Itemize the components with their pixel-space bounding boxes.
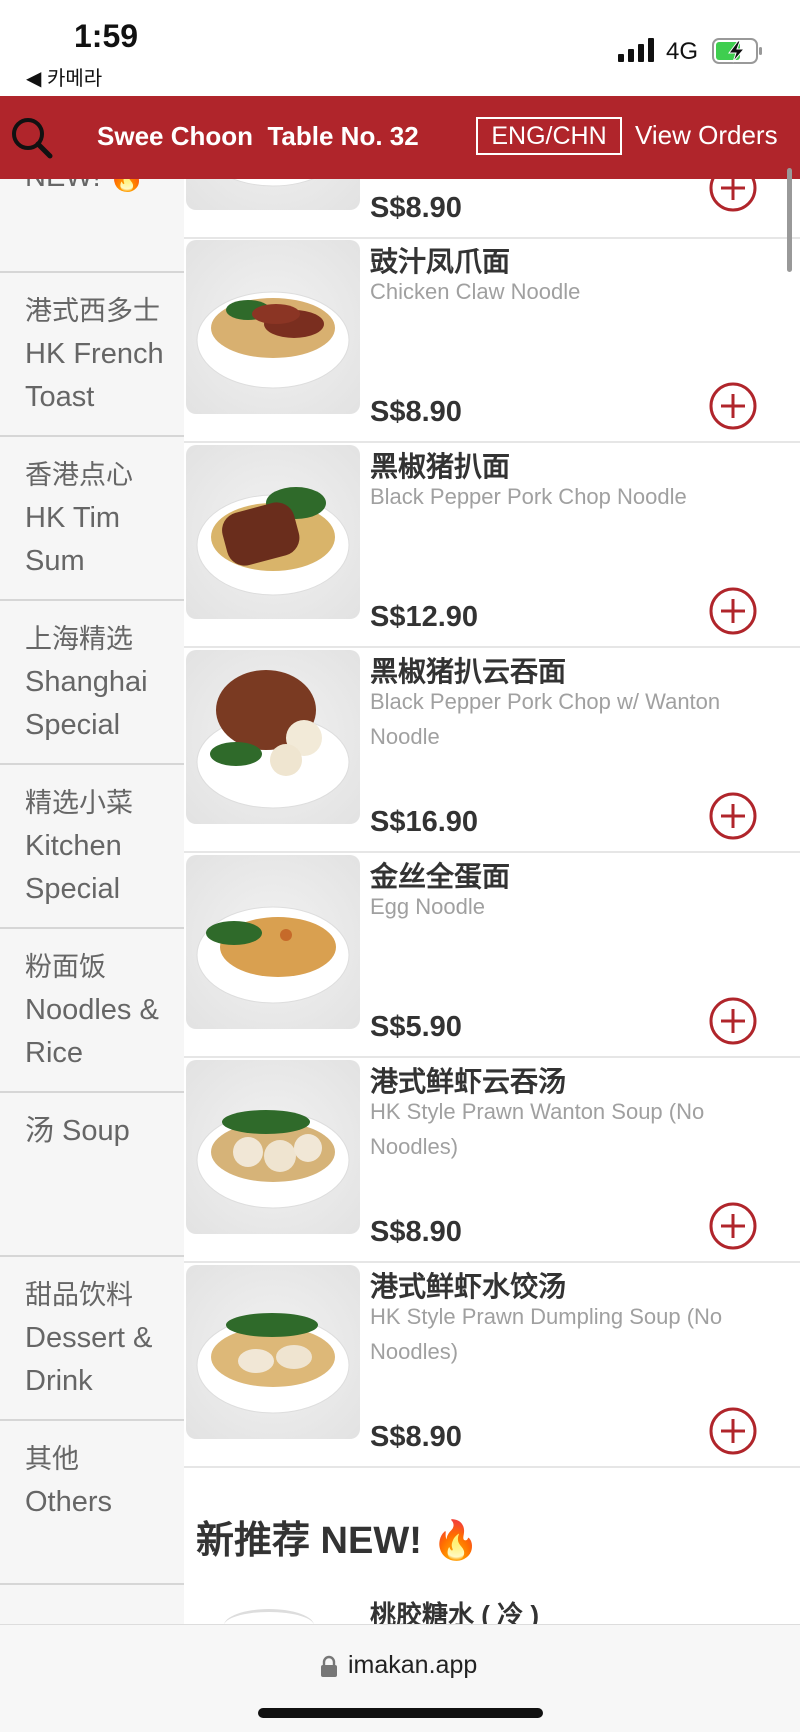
- dish-photo: [224, 1609, 314, 1624]
- dish-photo: [186, 240, 360, 414]
- category-dessert-drink[interactable]: 甜品饮料 Dessert & Drink: [0, 1259, 184, 1421]
- add-to-cart-button[interactable]: [708, 586, 758, 636]
- category-en: Noodles & Rice: [25, 994, 159, 1069]
- item-name-en: Chicken Claw Noodle: [370, 279, 581, 304]
- menu-item[interactable]: 黑椒猪扒云吞面 Black Pepper Pork Chop w/ Wanton…: [184, 648, 800, 853]
- category-new[interactable]: NEW! 🔥: [0, 179, 184, 273]
- network-type: 4G: [666, 38, 699, 65]
- category-en: Kitchen Special: [25, 830, 122, 905]
- restaurant-table-title: Swee Choon Table No. 32: [97, 121, 419, 152]
- category-noodles-rice[interactable]: 粉面饭 Noodles & Rice: [0, 931, 184, 1093]
- category-zh: 香港点心: [25, 460, 133, 490]
- category-en: NEW! 🔥: [25, 179, 184, 199]
- search-icon[interactable]: [10, 116, 54, 160]
- menu-item[interactable]: 港式鲜虾水饺汤 HK Style Prawn Dumpling Soup (No…: [184, 1263, 800, 1468]
- category-others[interactable]: 其他 Others: [0, 1423, 184, 1585]
- status-bar: 1:59 ◀ 카메라 4G: [0, 0, 800, 96]
- dish-photo: [186, 179, 360, 210]
- item-name-en: HK Style Prawn Dumpling Soup (No Noodles…: [370, 1304, 723, 1364]
- menu-item[interactable]: 豉汁凤爪面 Chicken Claw Noodle S$8.90: [184, 238, 800, 443]
- category-zh: 其他: [25, 1444, 79, 1474]
- add-to-cart-button[interactable]: [708, 791, 758, 841]
- plus-circle-icon: [709, 997, 757, 1045]
- item-name-en: Black Pepper Pork Chop Noodle: [370, 484, 687, 509]
- category-shanghai-special[interactable]: 上海精选 Shanghai Special: [0, 603, 184, 765]
- view-orders-button[interactable]: View Orders: [635, 120, 778, 151]
- dish-photo: [186, 445, 360, 619]
- category-zh: 粉面饭: [25, 952, 106, 982]
- dish-photo: [186, 855, 360, 1029]
- menu-item[interactable]: 黑椒猪扒面 Black Pepper Pork Chop Noodle S$12…: [184, 443, 800, 648]
- category-zh: 上海精选: [25, 624, 133, 654]
- item-price: S$8.90: [370, 1216, 462, 1248]
- status-time: 1:59: [74, 18, 139, 54]
- lock-icon: [321, 1655, 337, 1677]
- signal-icon: [618, 38, 654, 62]
- category-en: Shanghai Special: [25, 666, 148, 741]
- category-en: HK French Toast: [25, 338, 164, 413]
- plus-circle-icon: [709, 179, 757, 212]
- restaurant-name: Swee Choon: [97, 121, 254, 151]
- browser-url-bar[interactable]: imakan.app: [0, 1624, 800, 1732]
- back-to-app-link[interactable]: ◀ 카메라: [26, 62, 102, 91]
- item-name-en: HK Style Prawn Wanton Soup (No Noodles): [370, 1099, 705, 1159]
- category-sidebar: NEW! 🔥 港式西多士 HK French Toast 香港点心 HK Tim…: [0, 179, 184, 1624]
- category-hk-tim-sum[interactable]: 香港点心 HK Tim Sum: [0, 439, 184, 601]
- add-to-cart-button[interactable]: [708, 381, 758, 431]
- menu-item[interactable]: S$8.90: [184, 179, 800, 239]
- menu-item[interactable]: 港式鲜虾云吞汤 HK Style Prawn Wanton Soup (No N…: [184, 1058, 800, 1263]
- item-price: S$12.90: [370, 601, 479, 633]
- plus-circle-icon: [709, 587, 757, 635]
- item-name-en: Egg Noodle: [370, 894, 485, 919]
- item-price: S$8.90: [370, 1421, 462, 1453]
- table-number: Table No. 32: [267, 121, 419, 151]
- category-zh: 港式西多士: [25, 296, 160, 326]
- item-name-zh: 桃胶糖水 ( 冷 ): [370, 1600, 539, 1624]
- dish-photo: [186, 1060, 360, 1234]
- item-price: S$8.90: [370, 192, 462, 224]
- category-hk-french-toast[interactable]: 港式西多士 HK French Toast: [0, 275, 184, 437]
- app-header: Swee Choon Table No. 32 ENG/CHN View Ord…: [0, 96, 800, 179]
- category-en: Others: [25, 1486, 113, 1518]
- category-zh: 精选小菜: [25, 788, 133, 818]
- section-title-new: 新推荐 NEW! 🔥: [196, 1520, 480, 1562]
- home-indicator[interactable]: [258, 1708, 543, 1718]
- plus-circle-icon: [709, 1407, 757, 1455]
- language-toggle-button[interactable]: ENG/CHN: [476, 117, 622, 155]
- dish-photo: [186, 1265, 360, 1439]
- plus-circle-icon: [709, 792, 757, 840]
- url-text: imakan.app: [348, 1651, 478, 1679]
- category-en: Dessert & Drink: [25, 1322, 153, 1397]
- item-price: S$8.90: [370, 396, 462, 428]
- category-soup[interactable]: 汤 Soup: [0, 1095, 184, 1257]
- add-to-cart-button[interactable]: [708, 1201, 758, 1251]
- item-price: S$5.90: [370, 1011, 462, 1043]
- menu-list: S$8.90 豉汁凤爪面 Chicken Claw Noodle S$8.90: [184, 179, 800, 1624]
- plus-circle-icon: [709, 382, 757, 430]
- add-to-cart-button[interactable]: [708, 996, 758, 1046]
- category-label: 汤 Soup: [25, 1115, 130, 1147]
- scrollbar[interactable]: [787, 168, 792, 272]
- add-to-cart-button[interactable]: [708, 1406, 758, 1456]
- battery-charging-icon: [712, 38, 762, 64]
- add-to-cart-button[interactable]: [708, 179, 758, 213]
- plus-circle-icon: [709, 1202, 757, 1250]
- dish-photo: [186, 650, 360, 824]
- category-zh: 甜品饮料: [25, 1280, 133, 1310]
- item-price: S$16.90: [370, 806, 479, 838]
- category-en: HK Tim Sum: [25, 502, 121, 577]
- menu-item[interactable]: 金丝全蛋面 Egg Noodle S$5.90: [184, 853, 800, 1058]
- item-name-en: Black Pepper Pork Chop w/ Wanton Noodle: [370, 689, 721, 749]
- category-kitchen-special[interactable]: 精选小菜 Kitchen Special: [0, 767, 184, 929]
